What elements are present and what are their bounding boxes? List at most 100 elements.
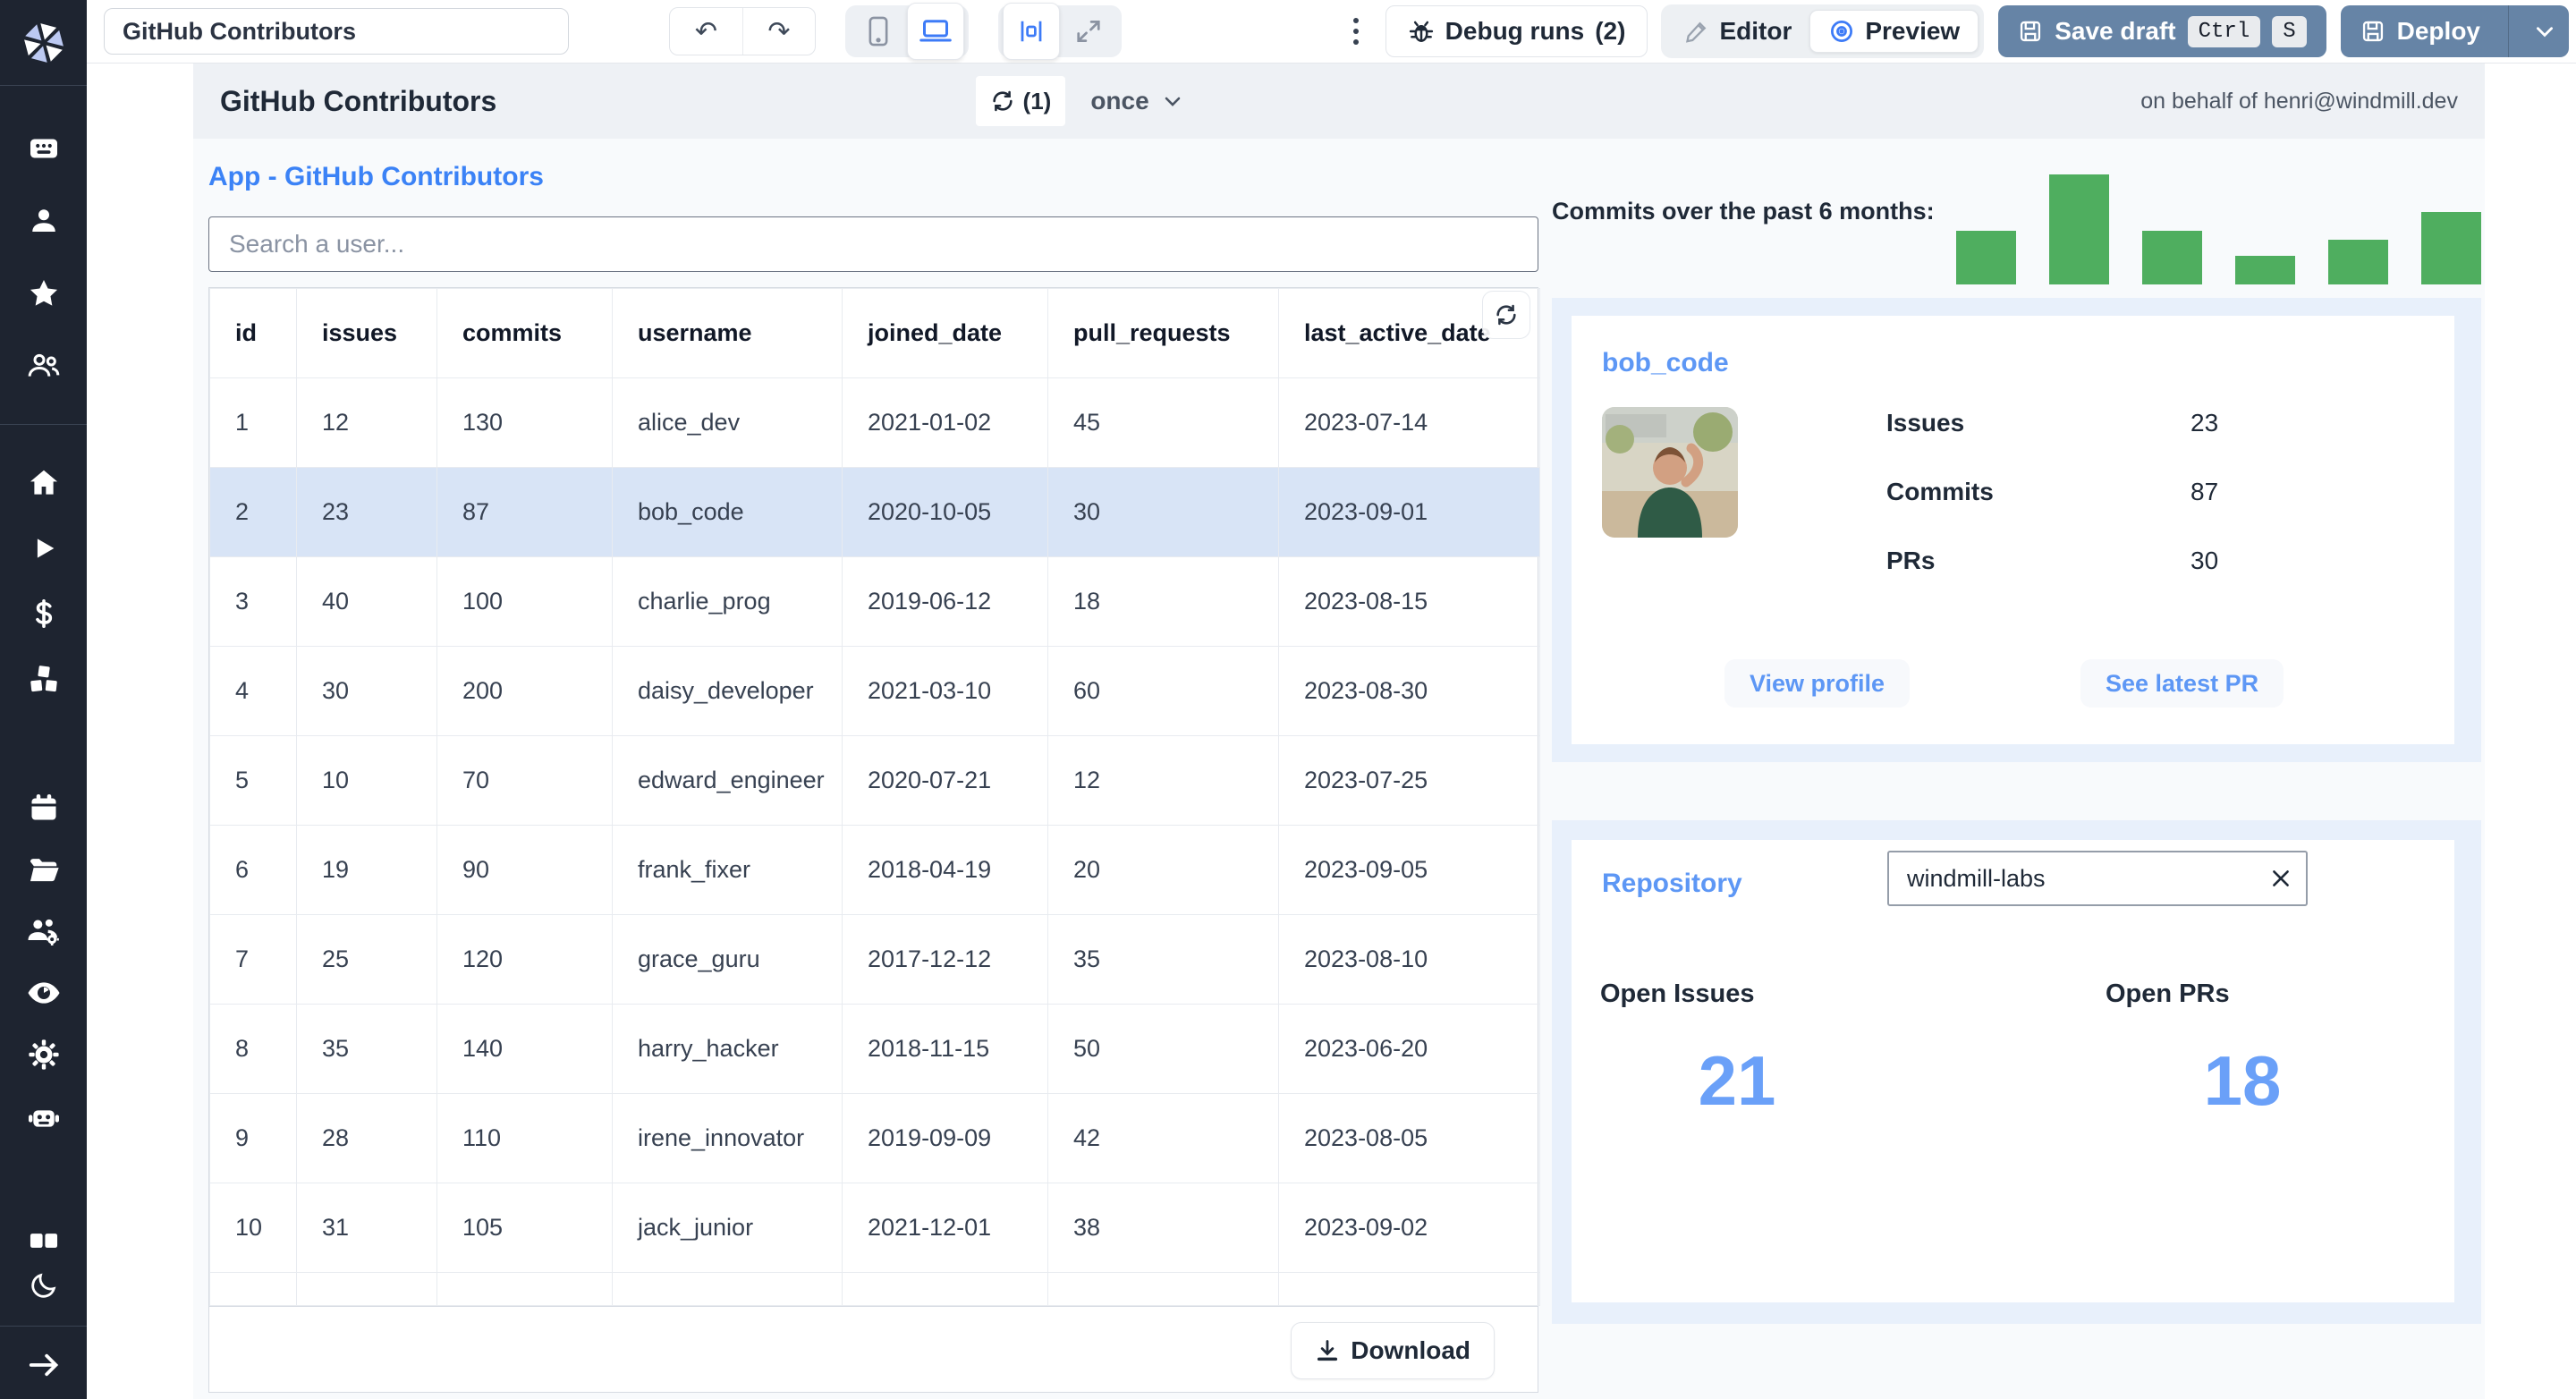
sidebar-item-favorites[interactable]: [0, 276, 87, 310]
sidebar-item-apps[interactable]: [0, 131, 87, 165]
table-cell: 2023-09-01: [1278, 467, 1540, 557]
table-cell: 2017-12-12: [842, 914, 1048, 1005]
sidebar-item-settings[interactable]: [0, 1038, 87, 1072]
stat-label: Commits: [1886, 478, 1994, 505]
sidebar-item-home[interactable]: [0, 466, 87, 500]
profile-card: bob_code Issues 23 Commits 87 PRs 30 Vie…: [1572, 316, 2454, 744]
table-cell: frank_fixer: [612, 825, 843, 915]
table-row[interactable]: 8 35 140 harry_hacker 2018-11-15 50 2023-06-20: [209, 1004, 1540, 1094]
preview-tab[interactable]: Preview: [1809, 10, 1979, 53]
app-title-input[interactable]: [104, 8, 569, 55]
table-row[interactable]: 6 19 90 frank_fixer 2018-04-19 20 2023-09-05: [209, 825, 1540, 915]
sidebar-item-schedules[interactable]: [0, 791, 87, 825]
calendar-icon: [31, 794, 55, 820]
table-row[interactable]: 3 40 100 charlie_prog 2019-06-12 18 2023-08-15: [209, 556, 1540, 647]
table-row[interactable]: 2 23 87 bob_code 2020-10-05 30 2023-09-01: [209, 467, 1540, 557]
search-input[interactable]: [208, 216, 1538, 272]
schedule-dropdown[interactable]: once: [1090, 87, 1182, 115]
deploy-button[interactable]: Deploy: [2340, 5, 2569, 57]
editor-tab[interactable]: Editor: [1666, 10, 1809, 53]
repository-input[interactable]: [1887, 851, 2308, 906]
table-column-header: issues: [296, 288, 437, 378]
view-profile-button[interactable]: View profile: [1724, 659, 1911, 708]
left-column: App - GitHub Contributors idissuescommit…: [208, 139, 1540, 1399]
windmill-pinwheel-icon: [23, 22, 64, 63]
stat-prs: PRs 30: [1886, 547, 2218, 575]
more-options-button[interactable]: [1346, 11, 1366, 52]
windmill-logo[interactable]: [0, 0, 87, 85]
see-latest-pr-button[interactable]: See latest PR: [2080, 659, 2284, 708]
desktop-view-button[interactable]: [907, 3, 964, 60]
deploy-dropdown-button[interactable]: [2521, 5, 2569, 57]
sidebar-item-user[interactable]: [0, 204, 87, 238]
table-cell: 2023-09-05: [1278, 825, 1540, 915]
table-row[interactable]: 10 31 105 jack_junior 2021-12-01 38 2023-09-02: [209, 1183, 1540, 1273]
stat-value: 87: [2190, 478, 2219, 505]
kbd-s: S: [2272, 15, 2307, 47]
table-cell: 2019-06-12: [842, 556, 1048, 647]
table-cell: 30: [296, 646, 437, 736]
center-layout-button[interactable]: [1003, 3, 1060, 60]
app-refresh-button[interactable]: (1): [975, 76, 1066, 126]
sidebar-item-groups[interactable]: [0, 349, 87, 383]
close-icon: [2273, 870, 2289, 886]
refresh-icon: [992, 90, 1013, 112]
sidebar-item-workers[interactable]: [0, 1099, 87, 1133]
commit-bar: [2235, 256, 2295, 284]
table-cell: [436, 1272, 613, 1306]
save-draft-button[interactable]: Save draft Ctrl S: [1998, 5, 2326, 57]
dark-mode-toggle[interactable]: [0, 1268, 87, 1302]
app-header-title: GitHub Contributors: [220, 84, 497, 117]
table-cell: harry_hacker: [612, 1004, 843, 1094]
table-cell: 18: [1047, 556, 1279, 647]
table-cell: 200: [436, 646, 613, 736]
table-row[interactable]: 5 10 70 edward_engineer 2020-07-21 12 2023-07-…: [209, 735, 1540, 826]
table-row[interactable]: 7 25 120 grace_guru 2017-12-12 35 2023-08-10: [209, 914, 1540, 1005]
stat-label: PRs: [1886, 547, 1936, 574]
redo-button[interactable]: ↷: [742, 8, 815, 55]
debug-runs-button[interactable]: Debug runs (2): [1385, 5, 1648, 57]
table-cell: 50: [1047, 1004, 1279, 1094]
download-label: Download: [1351, 1335, 1470, 1364]
commit-bar: [1956, 231, 2016, 284]
table-cell: 2023-07-25: [1278, 735, 1540, 826]
commit-bar: [2421, 212, 2481, 284]
table-empty-row: [209, 1272, 1540, 1306]
app-preview: GitHub Contributors (1) once on behalf o…: [193, 64, 2485, 1399]
table-cell: 2020-07-21: [842, 735, 1048, 826]
commit-bar: [2142, 231, 2202, 284]
table-row[interactable]: 4 30 200 daisy_developer 2021-03-10 60 2023-08…: [209, 646, 1540, 736]
schedule-value: once: [1090, 87, 1149, 114]
fullscreen-button[interactable]: [1060, 10, 1117, 53]
sidebar-item-runs[interactable]: [0, 531, 87, 565]
table-cell: 8: [209, 1004, 297, 1094]
sidebar-divider: [0, 1326, 87, 1327]
table-cell: 20: [1047, 825, 1279, 915]
sidebar-item-resources[interactable]: [0, 662, 87, 696]
table-cell: 4: [209, 646, 297, 736]
commits-bar-chart: [1956, 139, 2481, 284]
table-row[interactable]: 9 28 110 irene_innovator 2019-09-09 42 2023-08…: [209, 1093, 1540, 1183]
table-cell: 2023-08-15: [1278, 556, 1540, 647]
table-cell: 70: [436, 735, 613, 826]
table-cell: 2023-09-02: [1278, 1183, 1540, 1273]
stat-commits: Commits 87: [1886, 478, 2218, 506]
mobile-icon: [869, 16, 888, 47]
table-cell: [842, 1272, 1048, 1306]
sidebar-item-workers-groups[interactable]: [0, 914, 87, 948]
sidebar-item-folders[interactable]: [0, 852, 87, 886]
preview-tab-label: Preview: [1865, 17, 1961, 45]
table-row[interactable]: 1 12 130 alice_dev 2021-01-02 45 2023-07-14: [209, 377, 1540, 468]
table-cell: 2018-04-19: [842, 825, 1048, 915]
download-button[interactable]: Download: [1291, 1321, 1495, 1379]
sidebar-item-audit-logs[interactable]: [0, 976, 87, 1010]
table-cell: [1278, 1272, 1540, 1306]
mobile-view-button[interactable]: [850, 10, 907, 53]
sidebar-item-variables[interactable]: [0, 597, 87, 631]
clear-input-button[interactable]: [2265, 862, 2297, 895]
undo-button[interactable]: ↶: [670, 8, 742, 55]
table-refresh-button[interactable]: [1482, 291, 1530, 339]
sidebar-item-docs[interactable]: [0, 1224, 87, 1258]
sidebar-expand-button[interactable]: [0, 1348, 87, 1382]
editor-toolbar: ↶ ↷: [87, 0, 2576, 64]
